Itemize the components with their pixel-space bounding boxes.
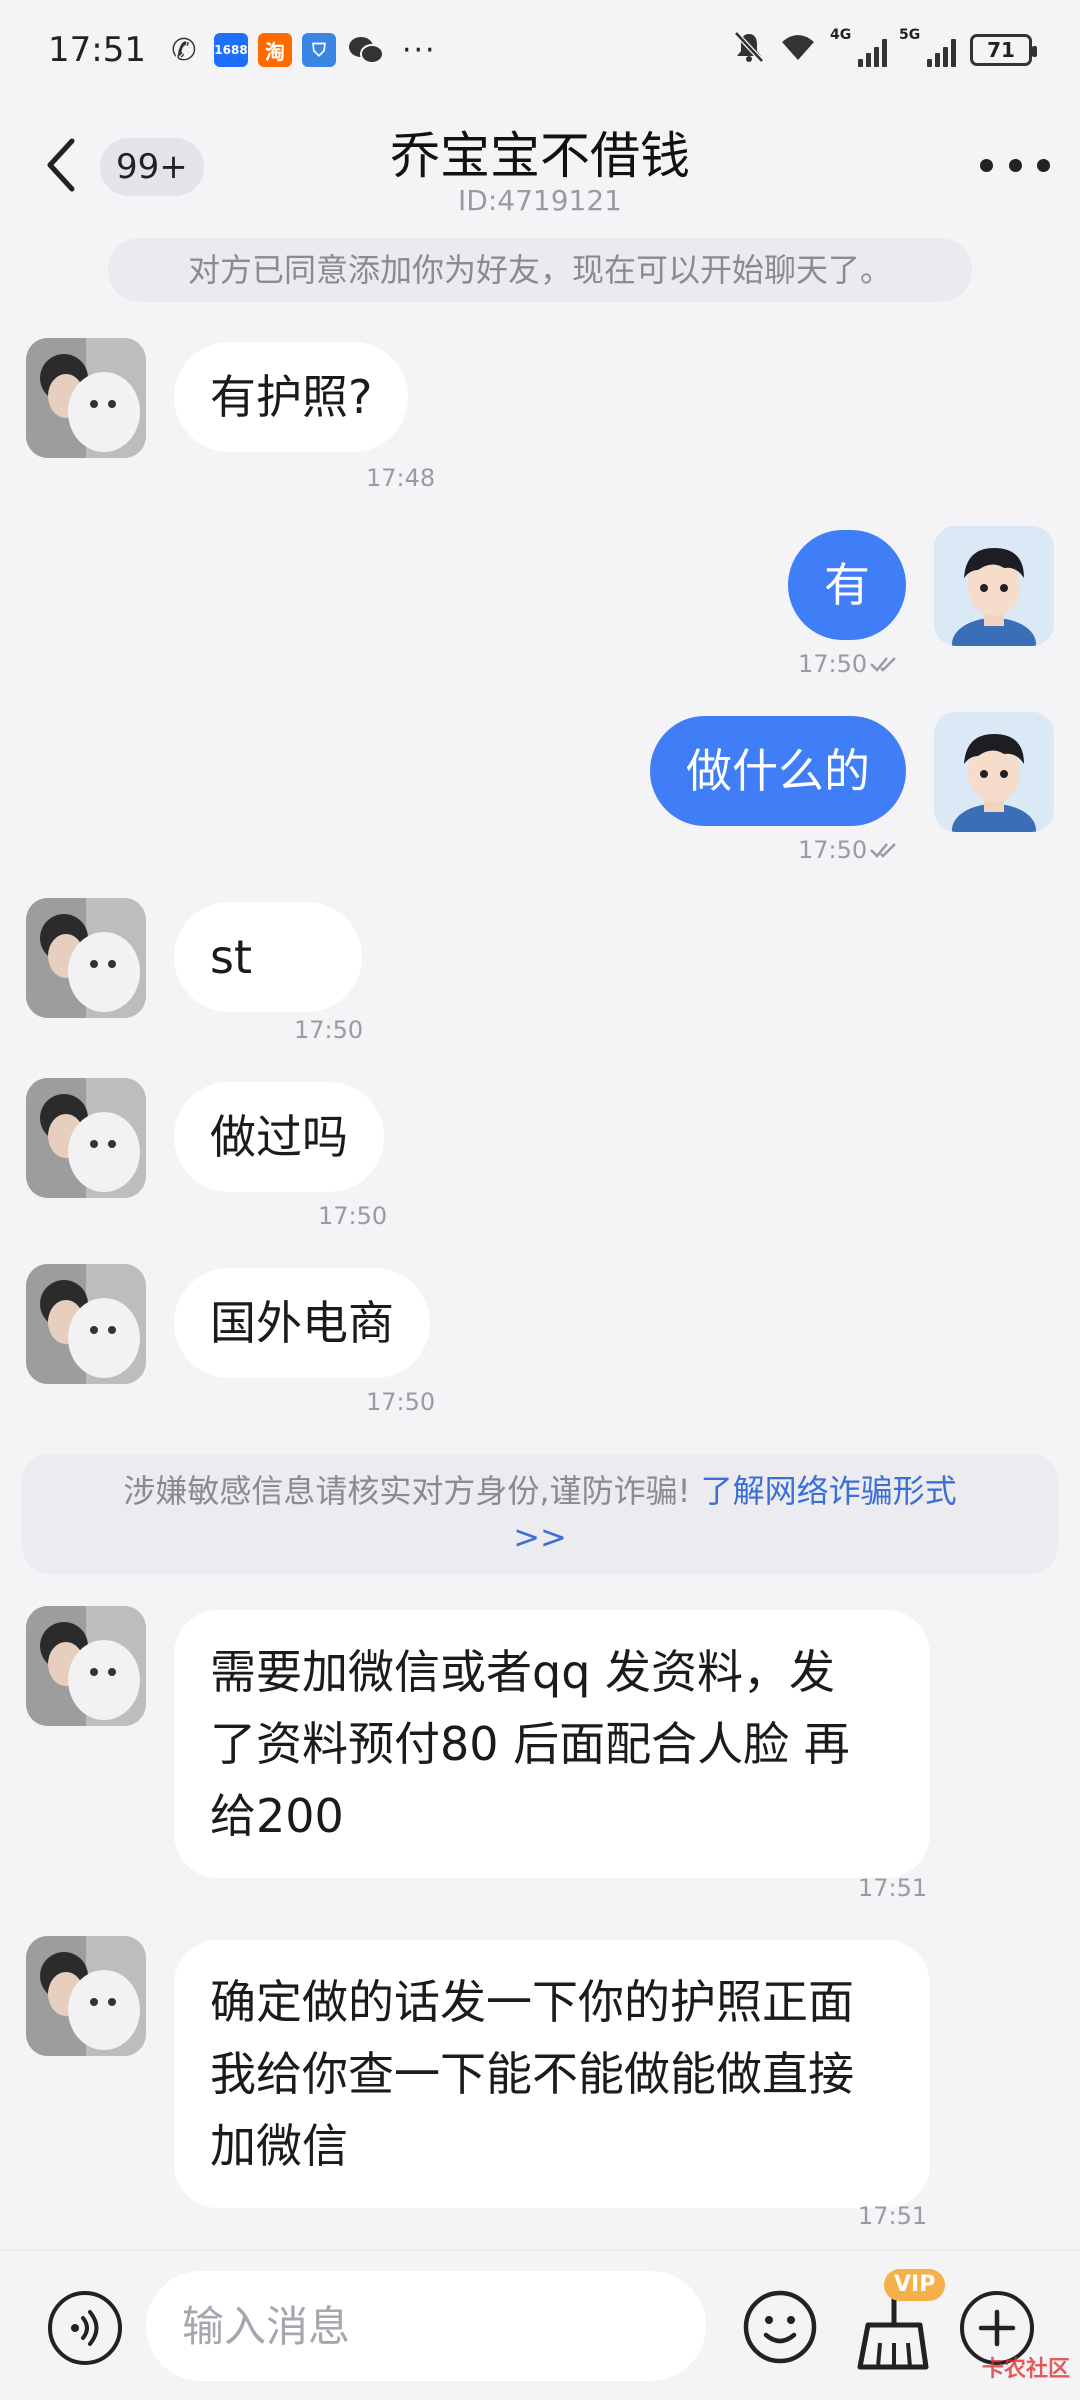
message-time: 17:51 <box>858 2202 928 2230</box>
message-time: 17:50 <box>798 836 868 864</box>
message-line: 我给你查一下能不能做能做直接 <box>210 2047 854 2101</box>
message-input[interactable] <box>146 2271 706 2381</box>
incoming-message-bubble[interactable]: 需要加微信或者qq 发资料，发 了资料预付80 后面配合人脸 再 给200 <box>174 1610 930 1878</box>
signal-4g-icon: 4G <box>830 27 887 67</box>
contact-avatar[interactable] <box>26 1936 146 2056</box>
chat-title: 乔宝宝不借钱 <box>390 127 690 185</box>
status-time: 17:51 <box>48 30 146 70</box>
chat-header: 99+ 乔宝宝不借钱 ID:4719121 <box>0 100 1080 230</box>
message-time: 17:50 <box>798 650 868 678</box>
message-time: 17:50 <box>318 1202 388 1230</box>
message-time: 17:48 <box>366 464 436 492</box>
message-time-read: 17:50 <box>798 650 905 678</box>
system-status: 4G 5G 71 <box>734 27 1037 70</box>
outgoing-message-bubble[interactable]: 做什么的 <box>650 716 906 826</box>
message-line: 给200 <box>210 1789 344 1843</box>
contact-avatar[interactable] <box>26 1078 146 1198</box>
voice-input-button[interactable] <box>48 2291 122 2365</box>
more-dot-icon <box>1008 158 1022 172</box>
read-receipt-icon <box>870 657 897 672</box>
message-time-read: 17:50 <box>798 836 905 864</box>
more-options-button[interactable] <box>980 150 1050 180</box>
watermark: 卡农社区 <box>981 2357 1070 2382</box>
read-receipt-icon <box>870 843 897 858</box>
taobao-icon: 淘 <box>257 33 292 67</box>
more-dot-icon <box>1037 158 1050 172</box>
my-avatar[interactable] <box>934 526 1054 646</box>
message-line: 需要加微信或者qq 发资料，发 <box>210 1645 836 1699</box>
message-line: 确定做的话发一下你的护照正面 <box>210 1975 854 2029</box>
shield-app-icon: ⛉ <box>301 33 336 67</box>
fraud-warning-text: 涉嫌敏感信息请核实对方身份,谨防诈骗! <box>123 1472 691 1510</box>
message-row: 做什么的 17:50 <box>0 712 1080 864</box>
battery-level: 71 <box>987 38 1015 62</box>
notification-icons: ✆ 1688 淘 ⛉ ··· <box>164 33 437 68</box>
wechat-icon <box>346 33 386 67</box>
fraud-info-link-arrow[interactable]: >> <box>513 1518 567 1556</box>
contact-avatar[interactable] <box>26 1264 146 1384</box>
chat-user-id: ID:4719121 <box>458 184 622 217</box>
message-line: 加微信 <box>210 2119 348 2173</box>
message-time: 17:50 <box>294 1016 364 1044</box>
signal-5g-icon: 5G <box>899 27 956 67</box>
missed-call-icon: ✆ <box>171 32 197 68</box>
smiley-icon <box>743 2290 817 2364</box>
more-dot-icon <box>980 158 993 172</box>
battery-icon: 71 <box>970 34 1037 66</box>
incoming-message-bubble[interactable]: 确定做的话发一下你的护照正面 我给你查一下能不能做能做直接 加微信 <box>174 1940 930 2208</box>
voice-icon <box>71 2310 99 2346</box>
message-row: 有 17:50 <box>0 526 1080 678</box>
incoming-message-bubble[interactable]: 做过吗 <box>174 1082 384 1192</box>
mute-icon <box>734 30 764 70</box>
vip-badge: VIP <box>884 2269 946 2301</box>
message-row: 需要加微信或者qq 发资料，发 了资料预付80 后面配合人脸 再 给200 17… <box>0 1606 1080 1906</box>
outgoing-message-bubble[interactable]: 有 <box>788 530 906 640</box>
my-avatar[interactable] <box>934 712 1054 832</box>
contact-avatar[interactable] <box>26 1606 146 1726</box>
contact-avatar[interactable] <box>26 898 146 1018</box>
message-input-bar: VIP 卡农社区 <box>0 2250 1080 2400</box>
1688-icon: 1688 <box>213 33 248 67</box>
message-time: 17:51 <box>858 1874 928 1902</box>
fraud-info-link[interactable]: 了解网络诈骗形式 <box>701 1472 957 1510</box>
friend-added-notice: 对方已同意添加你为好友，现在可以开始聊天了。 <box>108 238 972 302</box>
emoji-button[interactable] <box>742 2289 818 2365</box>
wifi-icon <box>778 30 818 70</box>
message-row: 有护照? 17:48 <box>0 338 1080 492</box>
contact-avatar[interactable] <box>26 338 146 458</box>
message-time: 17:50 <box>366 1388 436 1416</box>
message-row: 做过吗 17:50 <box>0 1078 1080 1230</box>
incoming-message-bubble[interactable]: st <box>174 902 363 1012</box>
message-row: st 17:50 <box>0 898 1080 1048</box>
status-bar: 17:51 ✆ 1688 淘 ⛉ ··· 4G 5G 71 <box>0 0 1080 100</box>
more-notifications-icon: ··· <box>401 32 437 68</box>
message-line: 了资料预付80 后面配合人脸 再 <box>210 1717 850 1771</box>
incoming-message-bubble[interactable]: 有护照? <box>174 342 409 452</box>
incoming-message-bubble[interactable]: 国外电商 <box>174 1268 430 1378</box>
plus-icon <box>978 2309 1016 2347</box>
message-row: 国外电商 17:50 <box>0 1264 1080 1416</box>
fraud-warning-card: 涉嫌敏感信息请核实对方身份,谨防诈骗! 了解网络诈骗形式 >> <box>22 1454 1058 1574</box>
message-row: 确定做的话发一下你的护照正面 我给你查一下能不能做能做直接 加微信 17:51 <box>0 1936 1080 2236</box>
